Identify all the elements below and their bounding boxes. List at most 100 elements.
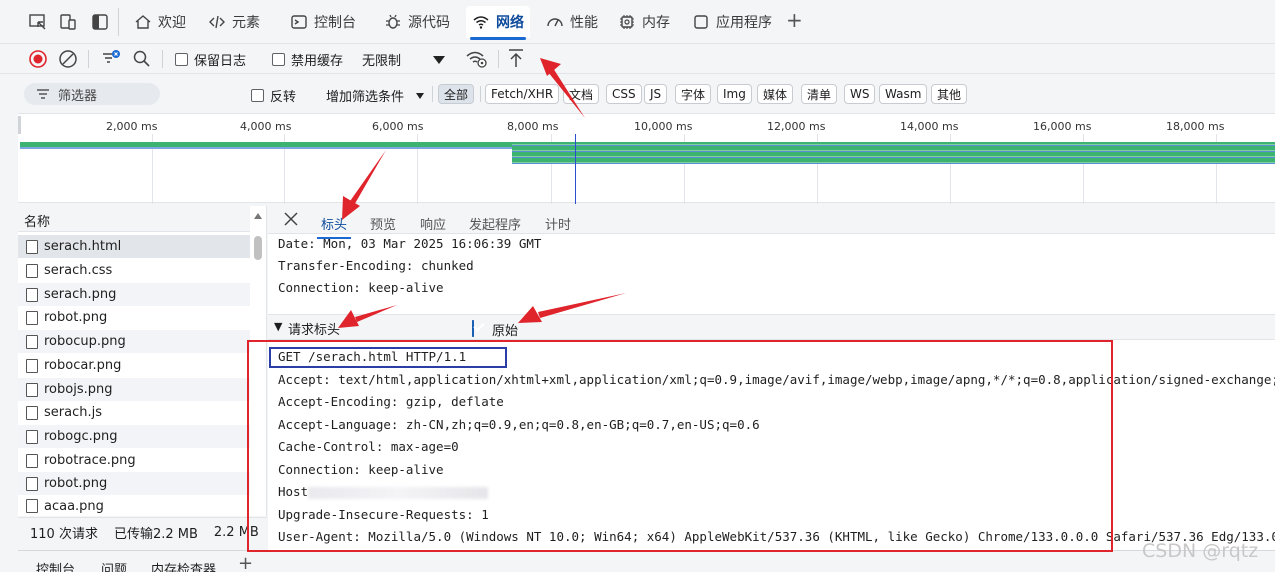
toolbar-divider [88,50,89,68]
search-icon[interactable] [132,49,152,69]
network-status-bar: 110 次请求 已传输2.2 MB 2.2 MB [18,517,267,547]
tab-label: 应用程序 [716,15,772,31]
close-icon[interactable] [284,212,298,226]
tab-memory[interactable]: 内存 [612,6,676,38]
tab-welcome[interactable]: 欢迎 [128,6,192,38]
filter-chip-css[interactable]: CSS [606,84,642,104]
filter-chip-doc[interactable]: 文档 [563,84,600,104]
tab-label: 源代码 [408,15,450,31]
checkbox-box[interactable] [251,88,264,102]
raw-label: 原始 [492,324,519,339]
request-row[interactable]: robocup.png [18,330,250,353]
request-row[interactable]: robojs.png [18,378,250,401]
device-toolbar-icon[interactable] [58,12,78,32]
name-column-header[interactable]: 名称 [18,206,250,232]
expand-triangle-icon[interactable]: ▼ [274,320,282,333]
tab-timing[interactable]: 计时 [545,214,571,233]
filter-chip-font[interactable]: 字体 [675,84,712,104]
filter-settings-icon[interactable] [100,48,122,70]
image-file-icon [26,453,38,468]
record-icon[interactable] [28,49,48,69]
preserve-log-checkbox[interactable]: 保留日志 [175,48,246,70]
add-drawer-tab-icon[interactable]: + [238,553,253,572]
dock-side-icon[interactable] [90,12,110,32]
filter-divider [480,86,481,102]
more-filters-label: 增加筛选条件 [326,89,405,105]
response-header-line: Date: Mon, 03 Mar 2025 16:06:39 GMT [278,236,542,251]
checkbox-box[interactable] [175,52,188,66]
request-headers-section[interactable]: ▼ 请求标头 原始 [268,314,1275,340]
waterfall-bar [20,147,512,149]
image-file-icon [26,382,38,397]
invert-checkbox[interactable]: 反转 [251,84,296,106]
wifi-icon [473,16,489,29]
filter-chip-fetch-xhr[interactable]: Fetch/XHR [485,84,560,104]
filter-chip-ws[interactable]: WS [844,84,876,104]
chip-icon [620,15,634,29]
filter-chip-other[interactable]: 其他 [931,84,968,104]
request-row[interactable]: robot.png [18,472,250,495]
image-file-icon [26,358,38,373]
filter-chip-manifest[interactable]: 清单 [801,84,838,104]
tab-headers[interactable]: 标头 [316,214,352,239]
section-title: 请求标头 [288,323,341,338]
request-row[interactable]: serach.html [18,235,250,258]
clear-icon[interactable] [58,49,78,69]
tab-label: 控制台 [314,15,356,31]
request-name: serach.png [44,287,117,302]
request-name: robocup.png [44,334,126,349]
network-conditions-icon[interactable] [465,48,489,70]
filter-chip-all[interactable]: 全部 [438,84,475,104]
request-row[interactable]: robot.png [18,306,250,329]
console-icon [291,15,307,29]
tab-sources[interactable]: 源代码 [378,6,456,38]
request-row[interactable]: serach.css [18,259,250,282]
tab-divider [118,8,119,36]
chevron-down-icon[interactable] [432,55,446,65]
dom-content-loaded-line [575,134,576,204]
tab-response[interactable]: 响应 [420,214,446,233]
request-name: serach.html [44,239,122,254]
drawer-tab-issues[interactable]: 问题 [101,559,127,572]
request-row[interactable]: robotrace.png [18,449,250,472]
chevron-down-icon[interactable] [415,92,425,100]
throttling-select[interactable]: 无限制 [362,48,401,70]
tab-preview[interactable]: 预览 [370,214,396,233]
scroll-thumb[interactable] [254,236,262,260]
import-har-icon[interactable] [506,47,526,69]
drawer-tab-console[interactable]: 控制台 [36,559,75,572]
tab-network[interactable]: 网络 [466,6,530,40]
home-icon [135,15,151,29]
checkbox-box[interactable] [272,52,285,66]
request-name: robojs.png [44,382,113,397]
tab-application[interactable]: 应用程序 [686,6,778,38]
tab-console[interactable]: 控制台 [284,6,362,38]
network-overview-timeline[interactable]: 2,000 ms 4,000 ms 6,000 ms 8,000 ms 10,0… [18,113,1275,204]
tab-performance[interactable]: 性能 [540,6,604,38]
add-tab-icon[interactable]: + [786,8,803,32]
filter-chip-js[interactable]: JS [644,84,668,104]
disable-cache-checkbox[interactable]: 禁用缓存 [272,48,343,70]
scroll-up-icon[interactable] [254,212,262,220]
tab-initiator[interactable]: 发起程序 [469,214,521,233]
more-filters-dropdown[interactable]: 增加筛选条件 [326,84,404,106]
tab-elements[interactable]: 元素 [202,6,266,38]
transferred-size: 已传输2.2 MB [113,527,198,542]
filter-chip-img[interactable]: Img [717,84,752,104]
request-name: robotrace.png [44,453,136,468]
filter-chip-wasm[interactable]: Wasm [879,84,928,104]
request-row[interactable]: serach.js [18,401,250,424]
inspect-icon[interactable] [28,12,48,32]
image-file-icon [26,476,38,491]
request-row[interactable]: robocar.png [18,354,250,377]
timeline-handle[interactable] [18,116,21,134]
annotation-blue-box [269,347,507,368]
request-row[interactable]: serach.png [18,283,250,306]
filter-chip-media[interactable]: 媒体 [757,84,794,104]
drawer-tab-memory-inspector[interactable]: 内存检查器 [151,559,216,572]
timeline-tick: 4,000 ms [240,120,292,133]
raw-checkbox[interactable] [472,320,474,337]
request-row[interactable]: acaa.png [18,496,250,516]
request-row[interactable]: robogc.png [18,425,250,448]
filter-input[interactable]: 筛选器 [24,83,160,105]
